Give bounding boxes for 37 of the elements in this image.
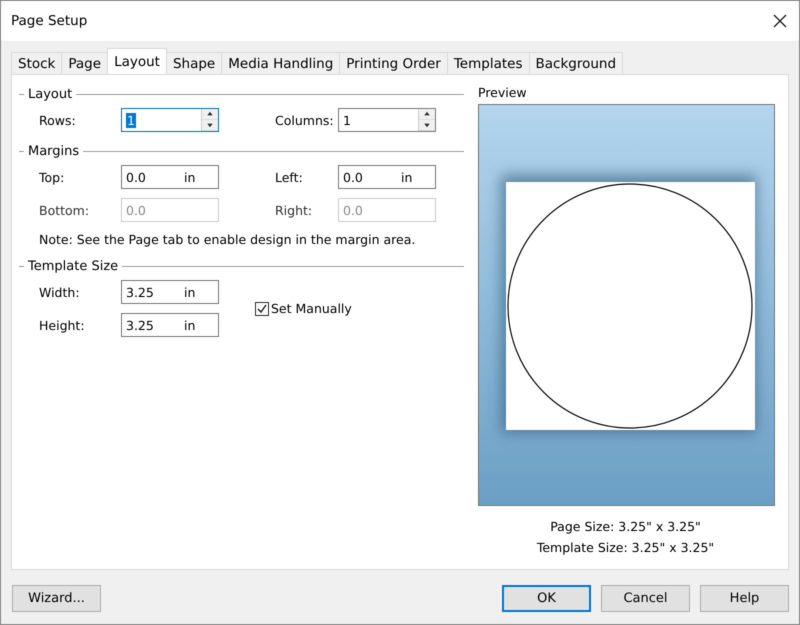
tab[interactable]: Page	[61, 52, 108, 74]
input-field[interactable]: 0.0 in	[338, 165, 436, 189]
set-manually-checkbox[interactable]: Set Manually	[255, 301, 436, 316]
dialog-button[interactable]: Cancel	[601, 585, 690, 612]
tab[interactable]: Media Handling	[221, 52, 340, 74]
tab[interactable]: Templates	[446, 52, 530, 74]
tab[interactable]: Shape	[166, 52, 222, 74]
field-label: Top:	[39, 170, 66, 184]
field-label: Left:	[275, 170, 304, 184]
field-label: Right:	[275, 202, 314, 218]
spinner-field[interactable]: 1	[338, 108, 436, 132]
size-caption: Page Size: 3.25" x 3.25"	[550, 519, 701, 534]
field-label: Rows:	[39, 112, 77, 128]
input-field[interactable]: 3.25 in	[121, 313, 219, 337]
close-icon[interactable]	[773, 14, 787, 28]
tab[interactable]: Printing Order	[339, 52, 448, 74]
note-text: Note: See the Page tab to enable design in the margin area.	[38, 232, 416, 247]
tab[interactable]: Stock	[11, 52, 62, 74]
input-field[interactable]: 0.0 in	[121, 165, 219, 189]
section-title: Margins	[28, 144, 80, 158]
preview-title: Preview	[478, 85, 527, 100]
dialog-button[interactable]: Help	[700, 585, 789, 612]
checkbox-icon[interactable]	[255, 302, 269, 316]
field-label: Width:	[39, 284, 81, 300]
dialog-button[interactable]: OK	[502, 585, 591, 612]
input-field[interactable]: 3.25 in	[121, 280, 219, 304]
tab[interactable]: Background	[528, 52, 624, 74]
spinner-field[interactable]: 1	[121, 108, 219, 132]
dialog-button[interactable]: Wizard...	[12, 585, 101, 612]
field-label: Columns:	[275, 112, 335, 128]
field-label: Height:	[39, 318, 86, 332]
field-label: Bottom:	[39, 202, 90, 218]
section-title: Template Size	[28, 258, 118, 274]
tab[interactable]: Layout	[107, 48, 167, 74]
window-title: Page Setup	[11, 13, 88, 29]
section-title: Layout	[28, 86, 72, 102]
size-caption: Template Size: 3.25" x 3.25"	[536, 540, 714, 555]
